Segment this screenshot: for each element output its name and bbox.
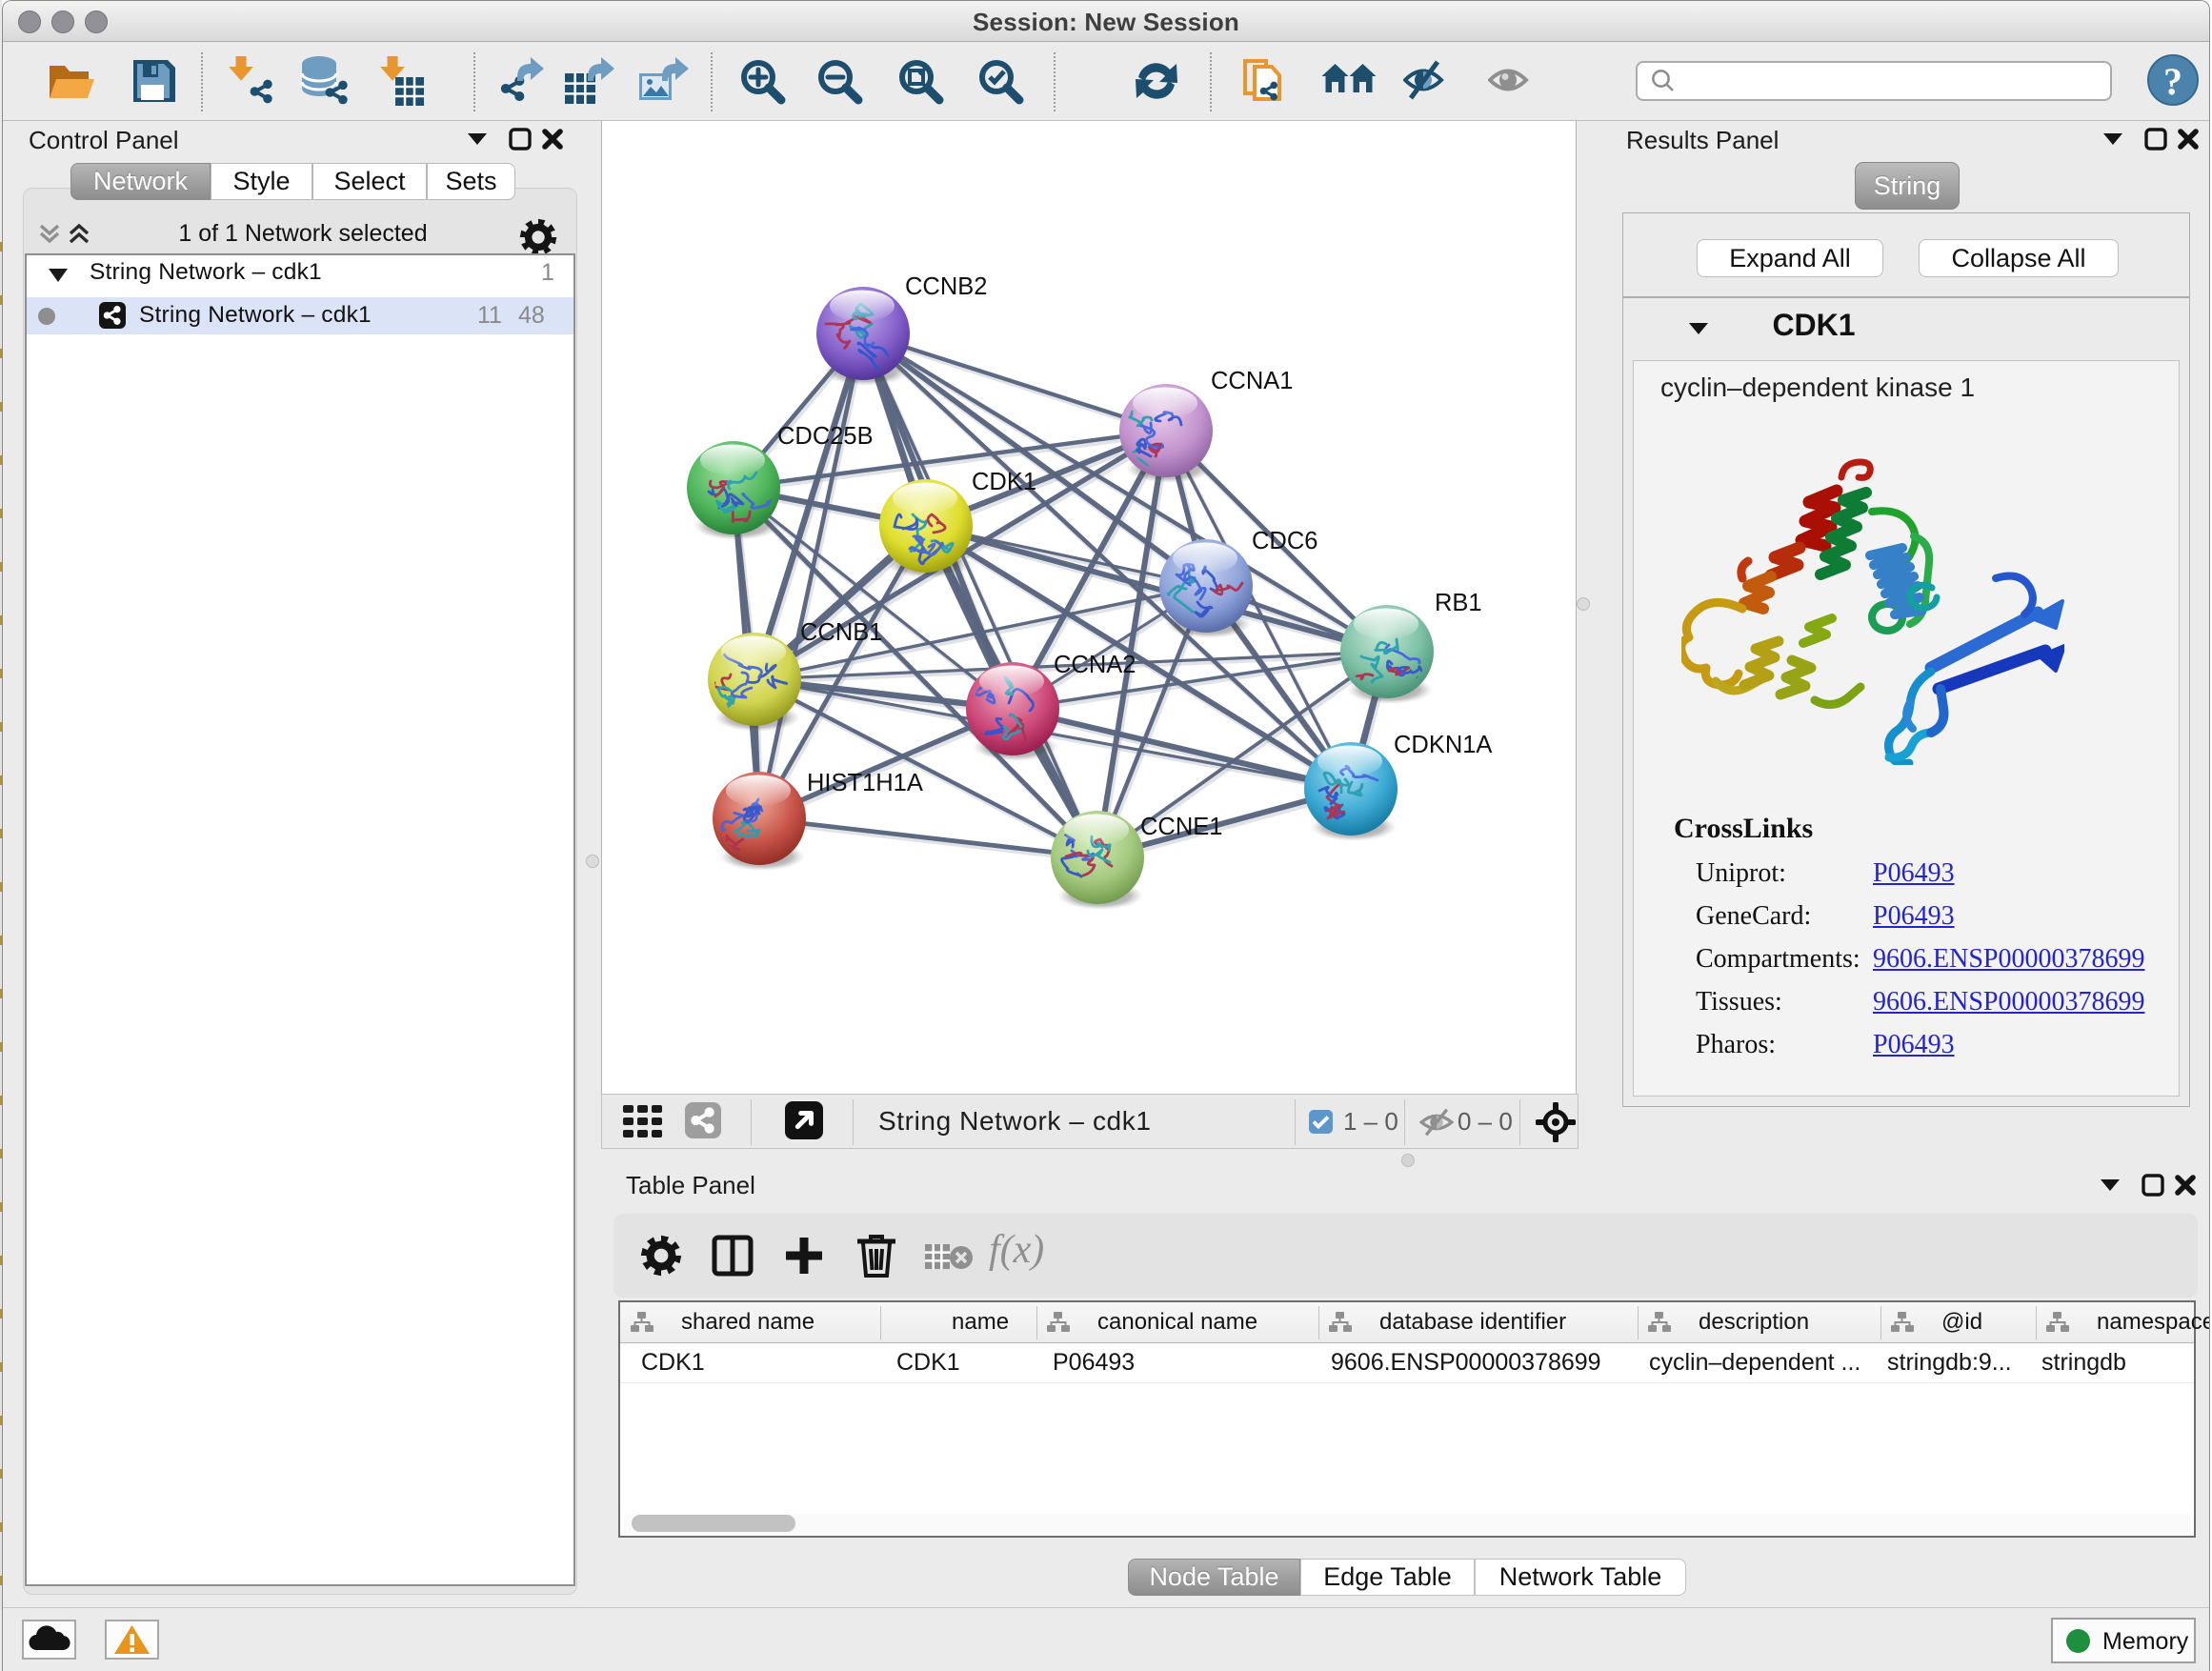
svg-text:HIST1H1A: HIST1H1A (807, 770, 923, 796)
svg-text:RB1: RB1 (1435, 590, 1482, 616)
svg-text:CDK1: CDK1 (972, 469, 1036, 495)
svg-text:CCNA2: CCNA2 (1054, 652, 1136, 678)
svg-text:CCNB2: CCNB2 (905, 273, 987, 300)
svg-text:CCNB1: CCNB1 (800, 619, 882, 646)
svg-text:CCNA1: CCNA1 (1211, 368, 1293, 394)
svg-text:CDC25B: CDC25B (777, 423, 874, 450)
svg-text:CCNE1: CCNE1 (1140, 814, 1222, 840)
svg-text:CDKN1A: CDKN1A (1394, 732, 1492, 758)
svg-text:CDC6: CDC6 (1252, 528, 1317, 554)
